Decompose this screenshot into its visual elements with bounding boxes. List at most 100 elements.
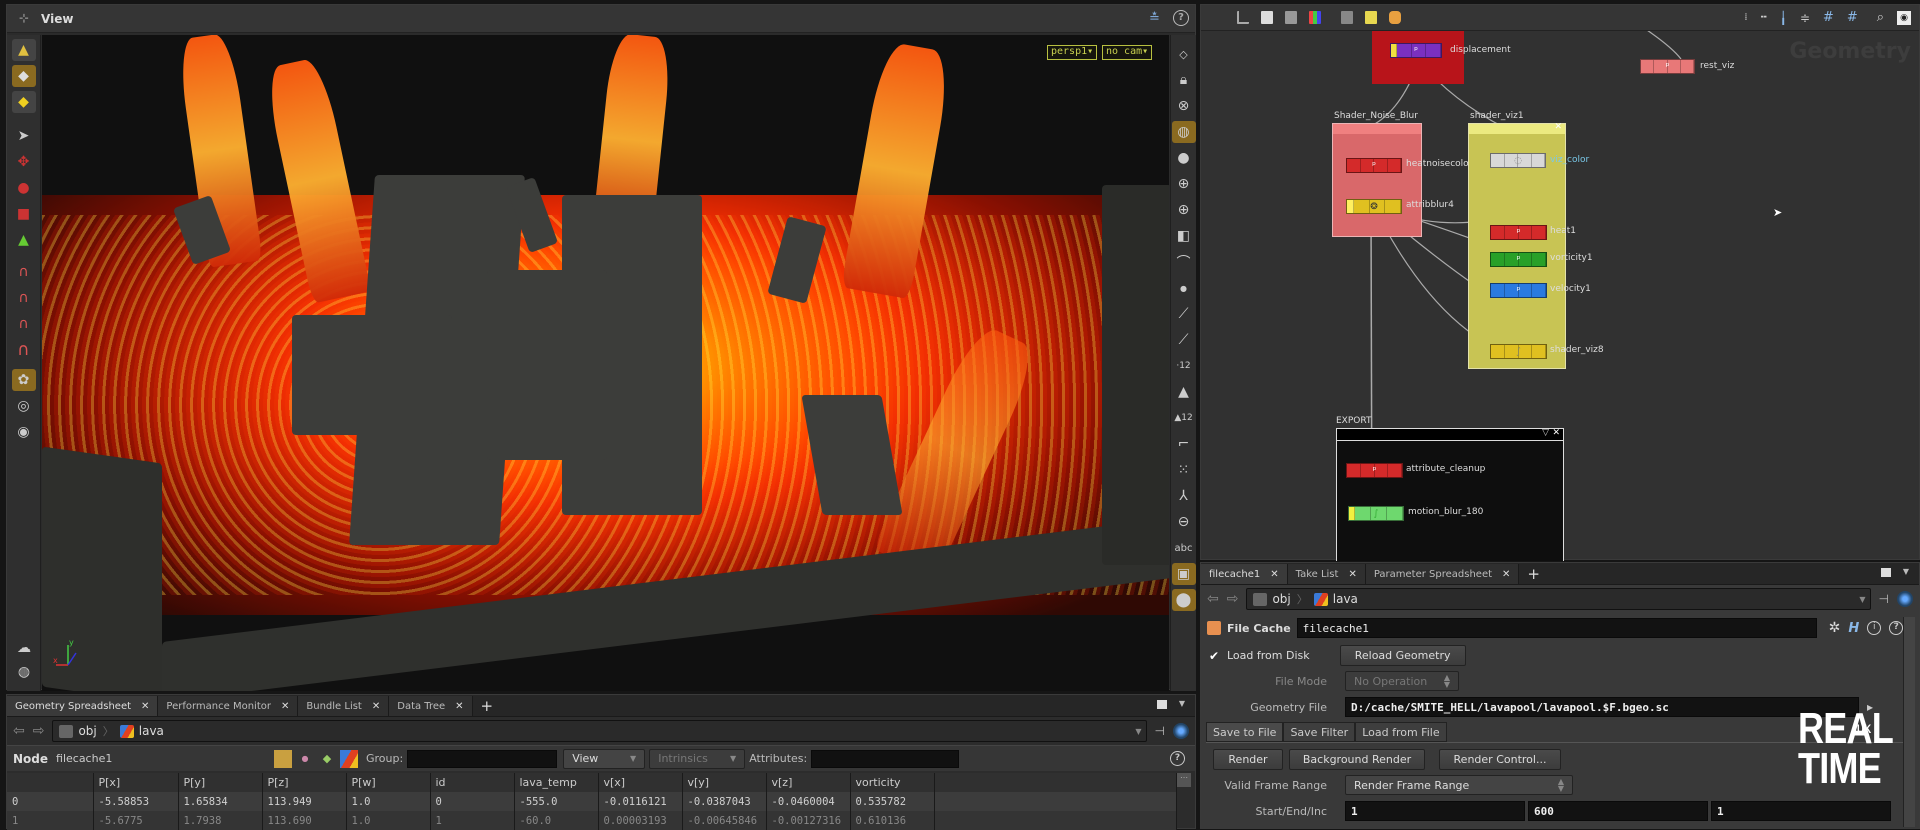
column-header[interactable]: v[x]	[598, 773, 683, 792]
object-select-icon[interactable]: ◆	[11, 91, 36, 113]
add-tab-icon[interactable]: +	[1519, 564, 1548, 584]
start-frame-field[interactable]: 1	[1345, 801, 1525, 821]
snap-grid-icon[interactable]: ∩	[12, 261, 36, 283]
axis-icon[interactable]: ⅄	[1172, 485, 1196, 507]
sticky-note-icon[interactable]	[1365, 11, 1377, 24]
gear-icon[interactable]: ✲	[1829, 620, 1841, 636]
tree-view-icon[interactable]	[1237, 11, 1249, 24]
primitives-mode-icon[interactable]: ◆	[318, 750, 336, 768]
magnet-snap-icon[interactable]: ∩	[12, 339, 36, 361]
add-tab-icon[interactable]: +	[473, 696, 502, 716]
point-icon[interactable]: ●	[1172, 277, 1196, 299]
table-row[interactable]: 0 -5.58853 1.65834 113.949 1.0 0 -555.0 …	[7, 792, 1177, 811]
layout-horizontal-icon[interactable]: ≑	[1800, 11, 1810, 25]
align-horizontal-icon[interactable]: ╍	[1761, 12, 1767, 23]
link-icon[interactable]	[1173, 723, 1189, 739]
file-mode-dropdown[interactable]: No Operation ▲ ▼	[1345, 671, 1459, 691]
snap-grid-icon[interactable]: ⁙	[1172, 459, 1196, 481]
3d-viewport[interactable]: persp1▾ no cam▾ y x	[42, 35, 1169, 691]
transform-handle-icon[interactable]: ▲	[12, 229, 36, 251]
column-header[interactable]: v[z]	[766, 773, 851, 792]
tab-load-from-file[interactable]: Load from File	[1355, 722, 1447, 742]
visibility-eye-icon[interactable]: ◉	[1897, 10, 1911, 25]
close-icon[interactable]: ✕	[141, 701, 149, 712]
pane-menu-chevron-icon[interactable]: ▼	[1179, 699, 1185, 708]
point-numbers-icon[interactable]: ·12	[1172, 355, 1196, 377]
tab-filecache1[interactable]: filecache1 ✕	[1201, 564, 1288, 584]
forward-arrow-icon[interactable]: ⇨	[1227, 591, 1239, 607]
node-vorticity1[interactable]: ᵖ	[1490, 252, 1547, 267]
view-dropdown[interactable]: View ▼	[563, 748, 646, 769]
forward-arrow-icon[interactable]: ⇨	[33, 723, 45, 739]
params-scrollbar[interactable]	[1903, 617, 1915, 827]
prim-icon[interactable]: ▲	[1172, 381, 1196, 403]
column-header[interactable]: P[w]	[346, 773, 431, 792]
text-icon[interactable]: abc	[1172, 537, 1196, 559]
list-view-icon[interactable]	[1261, 11, 1273, 24]
thumbnail-view-icon[interactable]	[1285, 11, 1297, 24]
reload-geometry-button[interactable]: Reload Geometry	[1339, 645, 1466, 666]
display-options-icon[interactable]: ≛	[1149, 11, 1160, 26]
group-icon[interactable]: ⌒	[1172, 251, 1196, 273]
background-render-button[interactable]: Background Render	[1289, 749, 1425, 770]
close-icon[interactable]: ✕	[1502, 569, 1510, 580]
help-icon[interactable]: ?	[1173, 10, 1189, 26]
camera-tool-icon[interactable]: ◎	[12, 395, 36, 417]
info-icon[interactable]: i	[1867, 621, 1882, 635]
close-icon[interactable]: ✕	[281, 701, 289, 712]
background-icon[interactable]: ▣	[1171, 563, 1196, 585]
spot-light-icon[interactable]: ⊕	[1172, 199, 1196, 221]
node-attribblur4[interactable]: ❂	[1346, 199, 1402, 214]
link-icon[interactable]	[1897, 591, 1913, 607]
shading-mode-icon[interactable]: ⊖	[1172, 511, 1196, 533]
increment-field[interactable]: 1	[1711, 801, 1891, 821]
align-vertical-icon[interactable]: ⁞	[1744, 12, 1747, 23]
node-motion-blur-180[interactable]: ∫	[1348, 506, 1404, 521]
node-name-field[interactable]: filecache1	[1296, 618, 1817, 638]
tab-performance-monitor[interactable]: Performance Monitor ✕	[158, 696, 299, 716]
detail-mode-icon[interactable]	[340, 749, 358, 768]
close-icon[interactable]: ✕	[1554, 122, 1562, 132]
houdini-help-icon[interactable]: H	[1848, 621, 1859, 636]
tab-save-to-file[interactable]: Save to File	[1206, 722, 1284, 742]
pane-menu-icon[interactable]: ⊹	[19, 11, 29, 25]
crumb-lava[interactable]: lava	[119, 724, 164, 738]
column-header[interactable]	[7, 773, 94, 792]
close-icon[interactable]: ✕	[1270, 569, 1278, 580]
noise-blur-box[interactable]	[1332, 123, 1422, 237]
node-attribute-cleanup[interactable]: ᵖ	[1346, 463, 1403, 478]
bounding-icon[interactable]: ⌐	[1172, 433, 1196, 455]
column-header[interactable]: lava_temp	[514, 773, 599, 792]
search-icon[interactable]: ⌕	[1877, 10, 1884, 25]
node-heatnoisecolor[interactable]: ᵖ	[1346, 158, 1402, 173]
attributes-input[interactable]	[811, 749, 960, 768]
network-box-icon[interactable]	[1341, 11, 1353, 24]
path-dropdown-icon[interactable]: ▼	[1859, 595, 1865, 604]
group-input[interactable]	[407, 749, 558, 768]
end-frame-field[interactable]: 600	[1528, 801, 1708, 821]
tab-save-filter[interactable]: Save Filter	[1283, 722, 1356, 742]
pane-menu-chevron-icon[interactable]: ▼	[1903, 567, 1909, 576]
column-header[interactable]: P[y]	[178, 773, 263, 792]
render-button[interactable]: Render	[1213, 749, 1283, 770]
help-icon[interactable]: ?	[1889, 621, 1904, 635]
flipbook-icon[interactable]: ⬤	[1171, 589, 1196, 611]
normal-icon[interactable]: ⟋	[1172, 303, 1196, 325]
rotate-handle-icon[interactable]: ●	[12, 177, 36, 199]
column-header[interactable]: P[x]	[93, 773, 179, 792]
component-select-icon[interactable]: ◆	[11, 65, 36, 87]
cam-menu[interactable]: no cam▾	[1102, 45, 1153, 60]
node-velocity1[interactable]: ᵖ	[1490, 283, 1547, 298]
shape-palette-icon[interactable]	[1389, 11, 1401, 24]
column-header[interactable]: id	[430, 773, 515, 792]
node-heat1[interactable]: ᵖ	[1490, 225, 1547, 240]
pointer-arrow-icon[interactable]: ➤	[12, 125, 36, 147]
shaded-icon[interactable]: ◍	[1171, 121, 1196, 143]
select-geometry-icon[interactable]: ▲	[11, 39, 36, 61]
scale-handle-icon[interactable]: ■	[12, 203, 36, 225]
view-tool-icon[interactable]: ✿	[11, 369, 36, 391]
close-icon[interactable]: ✕	[455, 701, 463, 712]
crumb-obj[interactable]: obj	[59, 724, 97, 738]
tab-data-tree[interactable]: Data Tree ✕	[389, 696, 473, 716]
intrinsics-dropdown[interactable]: Intrinsics ▼	[649, 748, 746, 769]
